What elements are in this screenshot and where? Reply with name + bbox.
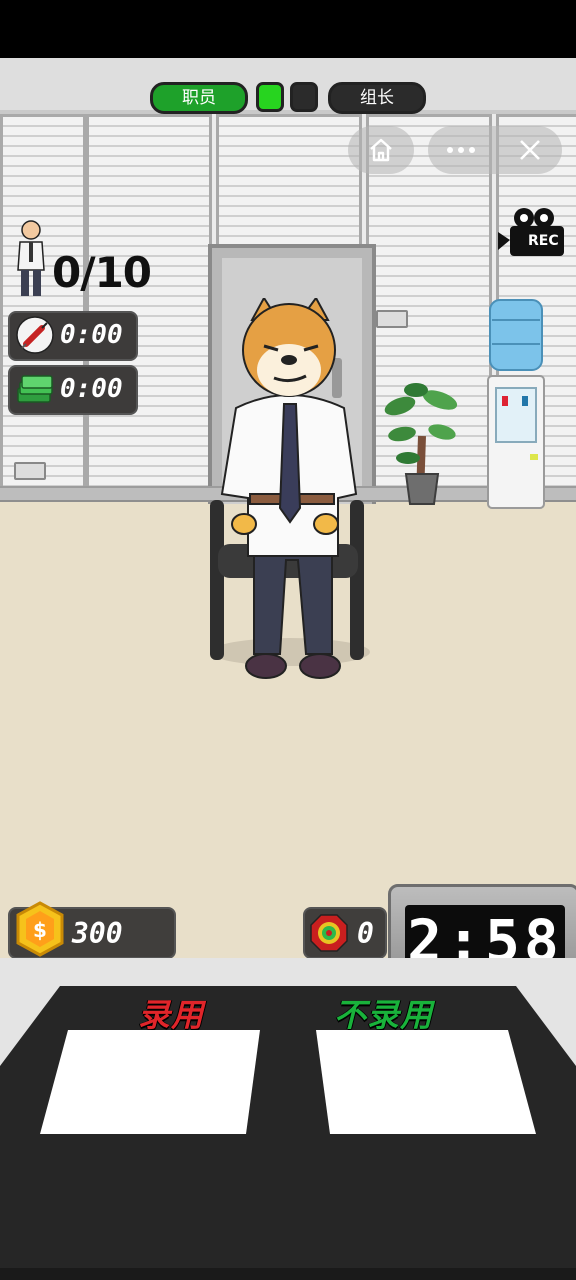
current-rank-pill: 职员 — [150, 82, 248, 114]
cash-stack-icon — [17, 375, 53, 403]
svg-text:$: $ — [33, 918, 47, 942]
candidate-character — [220, 298, 358, 679]
current-rank-label: 职员 — [182, 88, 216, 108]
rank-step-empty — [290, 82, 318, 112]
window-blind — [86, 114, 212, 500]
boss-avatar-icon — [17, 220, 45, 296]
close-icon — [520, 140, 540, 160]
target-counter[interactable]: 0 — [303, 907, 387, 959]
rank-progress-bar: 职员 组长 — [150, 82, 426, 114]
coin-count: 300 — [72, 917, 123, 950]
office-scene — [0, 58, 576, 958]
window-blind — [0, 114, 86, 500]
wall-outlet — [376, 310, 408, 328]
money-timer-value: 0:00 — [60, 374, 123, 404]
mat-edge — [0, 1268, 576, 1280]
reject-label: 不录用 — [334, 996, 434, 1034]
coin-balance[interactable]: $ 300 — [8, 901, 176, 959]
hired-counter: 0/10 — [14, 218, 164, 300]
rec-label: REC — [528, 233, 559, 249]
potted-plant — [384, 383, 458, 505]
syringe-icon — [16, 316, 54, 354]
reject-drop-zone[interactable] — [316, 1030, 536, 1134]
money-timer[interactable]: 0:00 — [8, 365, 138, 415]
wall-outlet — [14, 462, 46, 480]
rank-step-filled — [256, 82, 284, 112]
target-count: 0 — [357, 917, 374, 950]
close-button[interactable] — [498, 126, 562, 174]
status-bar — [0, 0, 576, 58]
coin-icon: $ — [16, 901, 64, 957]
next-rank-pill: 组长 — [328, 82, 426, 114]
hire-drop-zone[interactable] — [40, 1030, 260, 1134]
water-cooler — [487, 299, 545, 509]
syringe-timer-value: 0:00 — [60, 320, 123, 350]
hired-count: 0/10 — [52, 248, 152, 297]
syringe-timer[interactable]: 0:00 — [8, 311, 138, 361]
more-dots-icon — [447, 147, 475, 153]
capsule-menu — [428, 126, 562, 174]
next-rank-label: 组长 — [360, 88, 394, 108]
hire-label: 录用 — [138, 996, 205, 1034]
home-button[interactable] — [348, 126, 414, 174]
more-button[interactable] — [428, 126, 494, 174]
record-button[interactable]: REC — [496, 206, 566, 260]
target-icon — [310, 914, 348, 952]
home-icon — [370, 138, 392, 162]
